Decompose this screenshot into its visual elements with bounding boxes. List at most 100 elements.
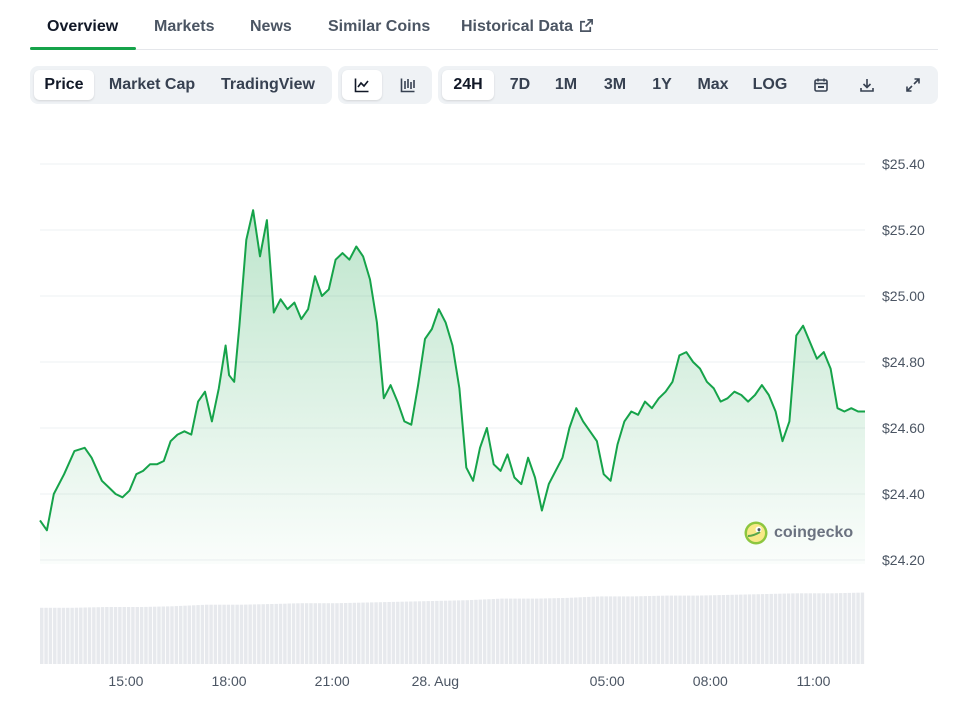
volume-bar xyxy=(40,607,44,664)
volume-bar xyxy=(717,595,721,664)
tab-overview[interactable]: Overview xyxy=(47,18,118,36)
volume-bar xyxy=(478,599,483,664)
volume-bar xyxy=(474,599,478,664)
volume-bar xyxy=(387,602,391,664)
volume-bar xyxy=(309,603,313,664)
range-max-button[interactable]: Max xyxy=(690,70,736,100)
x-tick-label: 15:00 xyxy=(108,673,144,689)
volume-bar xyxy=(231,604,235,664)
line-chart-button[interactable] xyxy=(342,70,382,100)
volume-bar xyxy=(343,603,348,664)
range-1y-button[interactable]: 1Y xyxy=(642,70,682,100)
volume-bar xyxy=(569,597,574,664)
volume-bar xyxy=(726,594,730,664)
volume-bar xyxy=(191,605,196,664)
tab-markets[interactable]: Markets xyxy=(154,18,214,36)
volume-bar xyxy=(430,601,435,664)
volume-bar xyxy=(313,603,318,664)
volume-bar xyxy=(356,602,361,664)
volume-bar xyxy=(209,604,213,664)
volume-bar xyxy=(665,595,669,664)
volume-bar xyxy=(500,598,504,664)
volume-bar xyxy=(838,593,843,664)
volume-bar xyxy=(721,595,726,664)
calendar-button[interactable] xyxy=(806,70,836,100)
volume-bar xyxy=(561,598,565,664)
download-button[interactable] xyxy=(852,70,882,100)
x-tick-label: 08:00 xyxy=(692,673,728,689)
volume-bar xyxy=(530,598,535,664)
range-3m-button[interactable]: 3M xyxy=(594,70,636,100)
tab-similar-coins[interactable]: Similar Coins xyxy=(328,18,430,36)
volume-bar xyxy=(122,607,126,664)
volume-bar xyxy=(634,596,639,664)
volume-bar xyxy=(352,602,357,664)
volume-bar xyxy=(821,593,826,664)
fullscreen-button[interactable] xyxy=(898,70,928,100)
volume-bar xyxy=(847,592,852,664)
volume-bar xyxy=(257,604,261,664)
price-chart[interactable]: $24.20 $24.40 $24.60 $24.80 $25.00 $25.20 $25.… xyxy=(0,120,967,708)
range-1m-button[interactable]: 1M xyxy=(546,70,586,100)
volume-bar xyxy=(513,598,517,664)
volume-bar xyxy=(608,596,613,664)
volume-bar xyxy=(704,595,708,664)
volume-bar xyxy=(708,595,713,664)
volume-bar xyxy=(400,601,404,664)
volume-bar xyxy=(617,596,621,664)
volume-bar xyxy=(535,598,539,664)
range-7d-button[interactable]: 7D xyxy=(500,70,540,100)
volume-bar xyxy=(57,607,61,664)
x-tick-label: 18:00 xyxy=(211,673,247,689)
log-scale-button[interactable]: LOG xyxy=(746,70,794,100)
volume-bar xyxy=(595,596,600,664)
volume-bar xyxy=(791,593,795,664)
price-area xyxy=(40,210,865,564)
volume-bar xyxy=(834,593,839,664)
metric-toggle-group: Price Market Cap TradingView xyxy=(30,66,332,104)
x-tick-label: 28. Aug xyxy=(411,673,460,689)
candlestick-chart-button[interactable] xyxy=(388,70,428,100)
volume-bar xyxy=(205,604,209,664)
volume-bar xyxy=(456,600,461,664)
market-cap-button[interactable]: Market Cap xyxy=(102,70,202,100)
volume-bar xyxy=(743,594,747,664)
price-button[interactable]: Price xyxy=(34,70,94,100)
tradingview-button[interactable]: TradingView xyxy=(212,70,324,100)
volume-bar xyxy=(461,600,465,664)
volume-bar xyxy=(435,600,439,664)
volume-bar xyxy=(856,592,860,664)
volume-bar xyxy=(851,592,856,664)
volume-bar xyxy=(448,600,452,664)
volume-bar xyxy=(79,607,83,664)
volume-bar xyxy=(504,598,509,664)
y-tick-label: $24.20 xyxy=(882,552,925,568)
volume-bar xyxy=(769,593,773,664)
volume-bar xyxy=(678,595,682,664)
range-24h-button[interactable]: 24H xyxy=(442,70,494,100)
volume-bar xyxy=(521,598,526,664)
volume-bar xyxy=(300,603,304,664)
volume-bar xyxy=(660,595,665,664)
volume-bar xyxy=(109,607,113,664)
volume-bar xyxy=(565,597,569,664)
y-tick-label: $25.20 xyxy=(882,222,925,238)
volume-bar xyxy=(196,605,200,664)
volume-bar xyxy=(517,598,522,664)
volume-bar xyxy=(508,598,513,664)
volume-bar xyxy=(83,607,87,664)
volume-bar xyxy=(200,604,205,664)
tab-news[interactable]: News xyxy=(250,18,292,36)
volume-bar xyxy=(404,601,409,664)
volume-bar xyxy=(804,593,808,664)
volume-bar xyxy=(600,596,604,664)
volume-bar xyxy=(131,607,135,664)
volume-bar xyxy=(795,593,799,664)
x-tick-label: 05:00 xyxy=(589,673,625,689)
tab-historical-data[interactable]: Historical Data xyxy=(461,18,594,36)
volume-bar xyxy=(326,603,331,664)
volume-bar xyxy=(621,596,626,664)
coingecko-watermark: coingecko xyxy=(744,521,853,545)
volume-bar xyxy=(96,607,100,664)
volume-bar xyxy=(370,602,374,664)
